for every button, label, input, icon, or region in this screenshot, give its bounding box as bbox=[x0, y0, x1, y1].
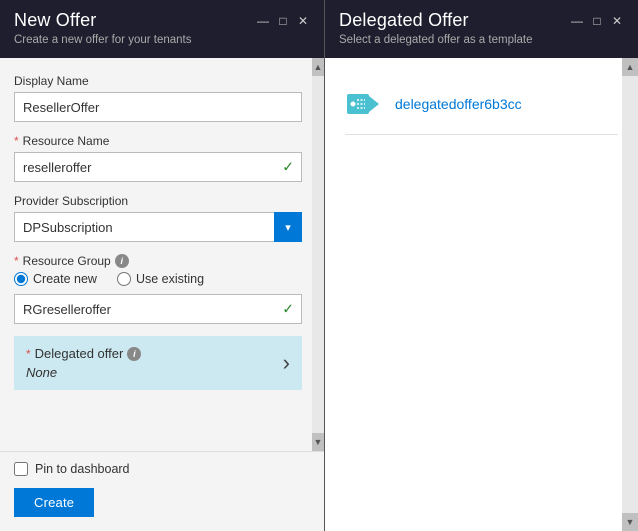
required-star-3: * bbox=[26, 347, 31, 361]
scroll-down-button[interactable]: ▼ bbox=[312, 433, 324, 451]
pin-to-dashboard-checkbox[interactable] bbox=[14, 462, 28, 476]
resource-name-group: * Resource Name ✓ bbox=[14, 134, 302, 182]
required-star: * bbox=[14, 134, 19, 148]
minimize-button[interactable]: — bbox=[256, 14, 270, 28]
resource-group-check-icon: ✓ bbox=[282, 301, 294, 318]
resource-group-info-icon[interactable]: i bbox=[115, 254, 129, 268]
right-panel-subtitle: Select a delegated offer as a template bbox=[339, 34, 624, 46]
offer-icon bbox=[345, 86, 381, 122]
right-close-button[interactable]: ✕ bbox=[610, 14, 624, 28]
right-scrollbar: ▲ ▼ bbox=[622, 58, 638, 531]
provider-subscription-select[interactable]: DPSubscription bbox=[14, 212, 302, 242]
right-window-controls: — □ ✕ bbox=[570, 14, 624, 28]
right-minimize-button[interactable]: — bbox=[570, 14, 584, 28]
right-scroll-down-button[interactable]: ▼ bbox=[622, 513, 638, 531]
resource-group-radio-group: Create new Use existing bbox=[14, 272, 302, 286]
delegated-offer-group: * Delegated offer i None › bbox=[14, 336, 302, 390]
resource-name-input[interactable] bbox=[14, 152, 302, 182]
delegated-offer-value: None bbox=[26, 365, 141, 380]
radio-use-existing[interactable]: Use existing bbox=[117, 272, 204, 286]
delegated-offer-row[interactable]: * Delegated offer i None › bbox=[14, 336, 302, 390]
display-name-input[interactable] bbox=[14, 92, 302, 122]
left-panel-body: Display Name * Resource Name ✓ bbox=[0, 58, 324, 451]
pin-to-dashboard-row: Pin to dashboard bbox=[14, 462, 310, 476]
resource-name-check-icon: ✓ bbox=[282, 159, 294, 176]
right-panel-title: Delegated Offer bbox=[339, 10, 469, 31]
display-name-group: Display Name bbox=[14, 74, 302, 122]
delegated-offer-info-icon[interactable]: i bbox=[127, 347, 141, 361]
left-window-controls: — □ ✕ bbox=[256, 14, 310, 28]
left-panel-header: New Offer — □ ✕ Create a new offer for y… bbox=[0, 0, 324, 58]
create-button[interactable]: Create bbox=[14, 488, 94, 517]
resource-group-group: * Resource Group i Create new Use existi… bbox=[14, 254, 302, 324]
left-panel-title: New Offer bbox=[14, 10, 97, 31]
provider-subscription-group: Provider Subscription DPSubscription ▾ bbox=[14, 194, 302, 242]
right-scroll-track bbox=[622, 76, 638, 513]
maximize-button[interactable]: □ bbox=[276, 14, 290, 28]
chevron-right-icon: › bbox=[283, 350, 290, 376]
delegated-offer-panel: Delegated Offer — □ ✕ Select a delegated… bbox=[325, 0, 638, 531]
right-maximize-button[interactable]: □ bbox=[590, 14, 604, 28]
required-star-2: * bbox=[14, 254, 19, 268]
resource-group-input[interactable] bbox=[14, 294, 302, 324]
new-offer-panel: New Offer — □ ✕ Create a new offer for y… bbox=[0, 0, 325, 531]
offer-name[interactable]: delegatedoffer6b3cc bbox=[395, 96, 522, 112]
scroll-track bbox=[312, 76, 324, 433]
offer-list-item[interactable]: delegatedoffer6b3cc bbox=[345, 76, 618, 135]
resource-name-label: * Resource Name bbox=[14, 134, 302, 148]
right-panel-header: Delegated Offer — □ ✕ Select a delegated… bbox=[325, 0, 638, 58]
provider-subscription-label: Provider Subscription bbox=[14, 194, 302, 208]
left-scrollbar: ▲ ▼ bbox=[312, 58, 324, 451]
left-panel-footer: Pin to dashboard Create bbox=[0, 451, 324, 531]
close-button[interactable]: ✕ bbox=[296, 14, 310, 28]
scroll-up-button[interactable]: ▲ bbox=[312, 58, 324, 76]
left-panel-subtitle: Create a new offer for your tenants bbox=[14, 34, 310, 46]
display-name-label: Display Name bbox=[14, 74, 302, 88]
resource-group-label: * Resource Group i bbox=[14, 254, 302, 268]
right-panel-body: delegatedoffer6b3cc bbox=[325, 58, 638, 531]
pin-to-dashboard-label: Pin to dashboard bbox=[35, 462, 130, 476]
radio-create-new[interactable]: Create new bbox=[14, 272, 97, 286]
delegated-offer-left: * Delegated offer i None bbox=[26, 346, 141, 380]
right-scroll-up-button[interactable]: ▲ bbox=[622, 58, 638, 76]
delegated-offer-label: Delegated offer bbox=[35, 346, 124, 361]
